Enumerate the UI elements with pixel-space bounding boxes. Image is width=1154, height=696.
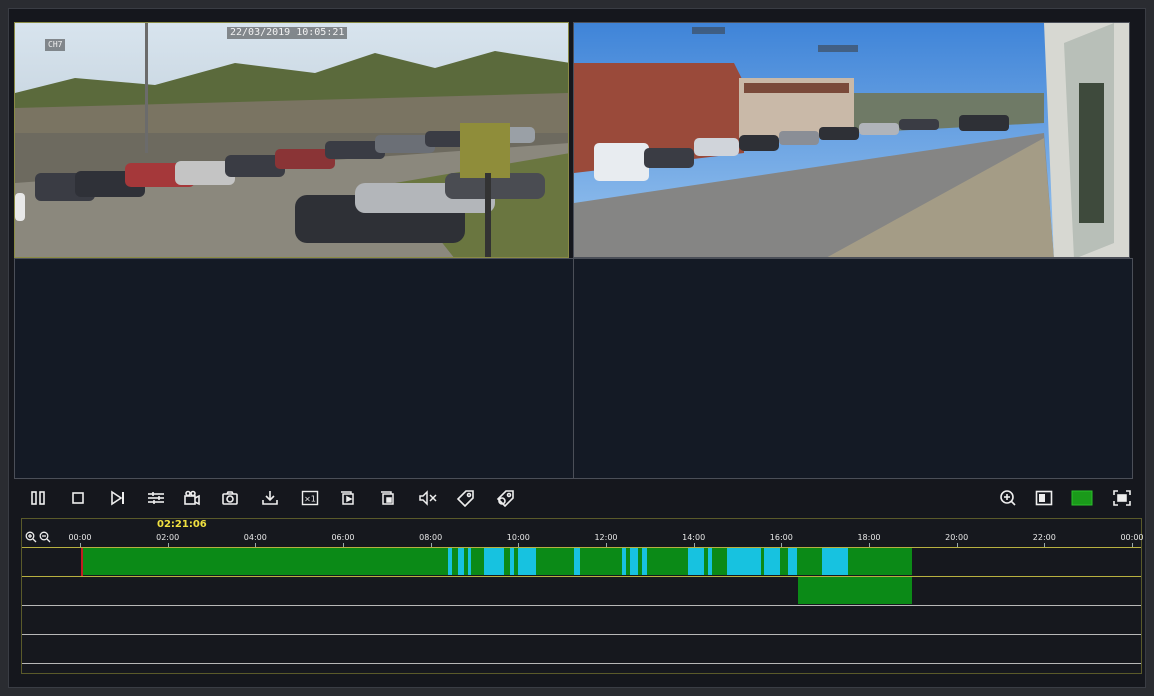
ruler-tick-label: 22:00 [1032, 533, 1056, 542]
ruler-tick-label: 10:00 [506, 533, 530, 542]
video-grid: CH7 22/03/2019 10:05:21 [14, 22, 1141, 479]
stop-button[interactable] [66, 486, 90, 510]
camera-feed-2 [574, 23, 1129, 257]
pause-button[interactable] [26, 486, 50, 510]
video-tile-3[interactable] [14, 258, 574, 479]
recording-segment-motion [484, 548, 504, 575]
recording-segment-normal [798, 577, 912, 604]
async-playback-button[interactable] [376, 486, 400, 510]
fullscreen-button[interactable] [1110, 486, 1134, 510]
layout-color-icon [1071, 490, 1093, 506]
mute-icon [419, 490, 437, 506]
step-forward-button[interactable] [106, 486, 130, 510]
sync-playback-button[interactable] [336, 486, 360, 510]
manage-tags-button[interactable] [494, 486, 518, 510]
svg-text:×1: ×1 [304, 495, 316, 504]
ruler-tick-label: 16:00 [769, 533, 793, 542]
recording-segment-motion [468, 548, 471, 575]
recording-segment-motion [448, 548, 452, 575]
camera-feed-1 [15, 23, 568, 257]
adjust-icon [148, 492, 164, 504]
ruler-tick-label: 12:00 [594, 533, 618, 542]
recording-segment-motion [708, 548, 712, 575]
timeline-cursor[interactable] [81, 548, 83, 576]
snapshot-button[interactable] [218, 486, 242, 510]
recording-segment-motion [788, 548, 797, 575]
zoom-in-icon [1000, 490, 1016, 506]
channel-label: CH7 [45, 39, 66, 51]
download-button[interactable] [258, 486, 282, 510]
timeline-track-2[interactable] [22, 577, 1141, 605]
camera-time-overlay [818, 45, 859, 52]
timeline-track-1[interactable] [22, 548, 1141, 576]
recording-segment-motion [822, 548, 848, 575]
speed-icon: ×1 [301, 490, 319, 506]
clip-button[interactable] [180, 486, 204, 510]
recording-segment-motion [688, 548, 704, 575]
sync-play-icon [341, 491, 354, 505]
active-layout-button[interactable] [1070, 486, 1094, 510]
async-play-icon [381, 491, 394, 505]
camera-name-overlay [692, 27, 725, 34]
recording-segment-motion [630, 548, 638, 575]
ruler-tick-label: 08:00 [419, 533, 443, 542]
timeline-track-5-top [22, 663, 1141, 664]
ruler-tick-label: 04:00 [243, 533, 267, 542]
recording-segment-motion [518, 548, 536, 575]
recording-segment-motion [764, 548, 780, 575]
video-timestamp: 22/03/2019 10:05:21 [227, 27, 348, 39]
digital-zoom-button[interactable] [996, 486, 1020, 510]
recording-segment-motion [727, 548, 761, 575]
ruler-tick-label: 14:00 [682, 533, 706, 542]
step-forward-icon [111, 490, 124, 506]
playback-timeline[interactable]: 02:21:06 00:00 02:00 04:00 06:00 08:00 10:00 1… [21, 518, 1144, 674]
recording-segment-motion [622, 548, 626, 575]
ruler-tick-label: 00:00 [1120, 533, 1144, 542]
playback-toolbar: ×1 [22, 484, 1140, 512]
ruler-tick-label: 02:00 [156, 533, 180, 542]
split-screen-icon [1035, 490, 1053, 506]
timeline-track-3-top [22, 605, 1141, 606]
timeline-zoom-in-icon[interactable] [25, 531, 37, 543]
tag-manage-icon [496, 490, 514, 507]
ruler-tick-label: 20:00 [945, 533, 969, 542]
video-tile-1[interactable]: CH7 22/03/2019 10:05:21 [14, 22, 569, 258]
add-tag-button[interactable] [454, 486, 478, 510]
playback-speed-button[interactable]: ×1 [298, 486, 322, 510]
recording-segment-motion [458, 548, 464, 575]
pause-icon [31, 491, 45, 505]
fullscreen-icon [1113, 490, 1131, 506]
recording-segment-motion [510, 548, 514, 575]
ruler-tick-label: 06:00 [331, 533, 355, 542]
tag-icon [456, 490, 474, 507]
ruler-tick-label: 18:00 [857, 533, 881, 542]
recording-segment-motion [642, 548, 647, 575]
split-screen-button[interactable] [1032, 486, 1056, 510]
video-tile-2[interactable] [573, 22, 1130, 258]
mute-button[interactable] [416, 486, 440, 510]
clip-icon [184, 490, 200, 506]
video-tile-4[interactable] [573, 258, 1133, 479]
ruler-tick-label: 00:00 [68, 533, 92, 542]
timeline-track-4-top [22, 634, 1141, 635]
current-playback-time: 02:21:06 [157, 519, 207, 530]
download-icon [262, 491, 278, 505]
adjust-button[interactable] [144, 486, 168, 510]
stop-icon [72, 492, 84, 504]
snapshot-icon [222, 491, 238, 505]
recording-segment-motion [574, 548, 580, 575]
timeline-zoom-out-icon[interactable] [39, 531, 51, 543]
